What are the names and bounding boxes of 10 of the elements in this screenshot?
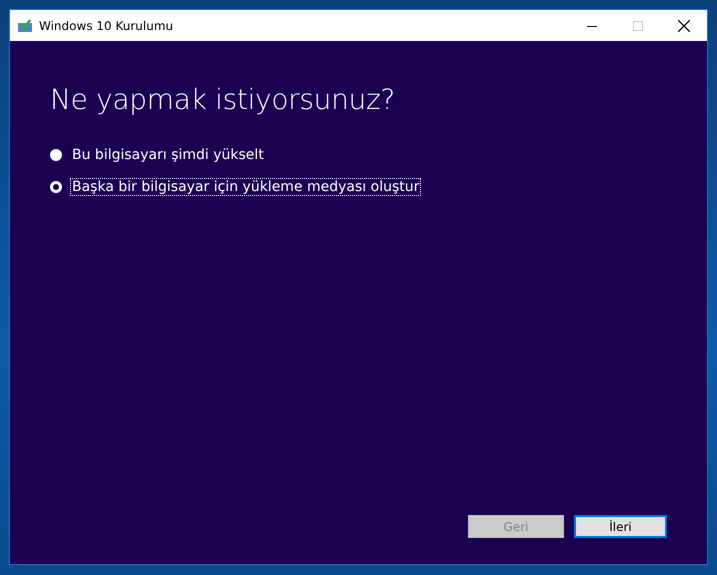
option-label[interactable]: Başka bir bilgisayar için yükleme medyası oluştur [70, 178, 422, 196]
next-button[interactable]: İleri [574, 515, 667, 538]
close-icon [678, 20, 690, 32]
window-title: Windows 10 Kurulumu [39, 18, 174, 32]
option-label[interactable]: Bu bilgisayarı şimdi yükselt [70, 146, 266, 164]
setup-icon [18, 19, 32, 32]
radio-button[interactable] [50, 149, 62, 161]
maximize-icon [633, 20, 643, 30]
page-heading: Ne yapmak istiyorsunuz? [50, 83, 396, 116]
radio-button[interactable] [50, 181, 62, 193]
